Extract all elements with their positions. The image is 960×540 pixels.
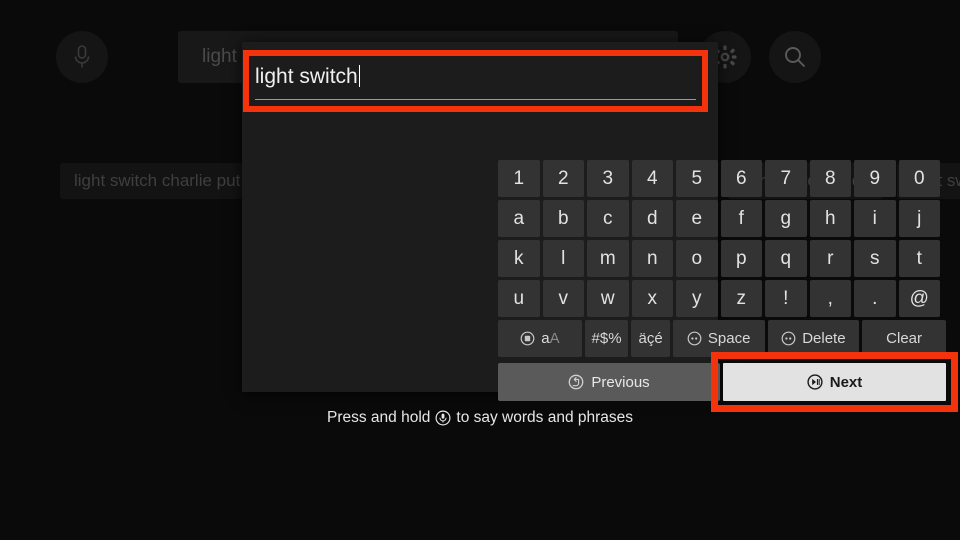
key-e[interactable]: e (676, 200, 718, 237)
key-l[interactable]: l (542, 240, 584, 277)
key-q[interactable]: q (765, 240, 807, 277)
key-symbols[interactable]: #$% (584, 320, 629, 357)
key-f[interactable]: f (720, 200, 762, 237)
remote-select-icon (520, 331, 535, 346)
key-i[interactable]: i (854, 200, 896, 237)
key-z[interactable]: z (720, 280, 762, 317)
key-exclamation[interactable]: ! (765, 280, 807, 317)
key-delete-label: Delete (802, 330, 846, 347)
key-x[interactable]: x (631, 280, 673, 317)
voice-hint-after: to say words and phrases (456, 409, 634, 426)
key-p[interactable]: p (720, 240, 762, 277)
next-button[interactable]: Next (723, 363, 946, 401)
text-cursor (358, 65, 360, 87)
voice-hint-text: Press and hold to say words and phrases (0, 409, 960, 427)
key-n[interactable]: n (631, 240, 673, 277)
key-space[interactable]: Space (672, 320, 765, 357)
key-k[interactable]: k (498, 240, 540, 277)
keyboard-function-row: aA #$% äçé Space Delete Clear (498, 320, 947, 357)
key-h[interactable]: h (809, 200, 851, 237)
next-button-label: Next (829, 373, 863, 391)
key-c[interactable]: c (587, 200, 629, 237)
key-u[interactable]: u (498, 280, 540, 317)
key-d[interactable]: d (631, 200, 673, 237)
key-delete[interactable]: Delete (767, 320, 860, 357)
key-at[interactable]: @ (898, 280, 940, 317)
key-a[interactable]: a (498, 200, 540, 237)
keyboard-keys-area: 1 2 3 4 5 6 7 8 9 0 a b c d e f g h i j … (498, 160, 958, 412)
keyboard-nav-row: Previous Next (498, 352, 958, 412)
shift-lowercase-label: a (541, 330, 550, 347)
remote-rewind-icon (781, 331, 796, 346)
key-o[interactable]: o (676, 240, 718, 277)
shift-uppercase-label: A (549, 330, 560, 347)
key-1[interactable]: 1 (498, 160, 540, 197)
key-6[interactable]: 6 (720, 160, 762, 197)
key-0[interactable]: 0 (898, 160, 940, 197)
background-search-text: light (202, 46, 237, 67)
key-b[interactable]: b (542, 200, 584, 237)
voice-hint-before: Press and hold (326, 409, 431, 426)
keyboard-row-letters-1: a b c d e f g h i j (498, 200, 946, 237)
key-r[interactable]: r (809, 240, 851, 277)
key-g[interactable]: g (765, 200, 807, 237)
microphone-circle-icon (435, 410, 451, 426)
search-text-field[interactable]: light switch (255, 62, 696, 100)
key-s[interactable]: s (854, 240, 896, 277)
remote-play-pause-icon (807, 374, 823, 390)
previous-button[interactable]: Previous (498, 363, 720, 401)
key-5[interactable]: 5 (676, 160, 718, 197)
suggestion-chip[interactable]: light switch charlie put (60, 163, 255, 199)
search-button[interactable] (769, 31, 821, 83)
key-j[interactable]: j (898, 200, 940, 237)
key-4[interactable]: 4 (631, 160, 673, 197)
key-v[interactable]: v (542, 280, 584, 317)
key-w[interactable]: w (587, 280, 629, 317)
previous-button-label: Previous (591, 373, 650, 391)
voice-search-button[interactable] (56, 31, 108, 83)
next-button-wrapper: Next (711, 352, 958, 412)
microphone-icon (71, 44, 93, 70)
key-7[interactable]: 7 (765, 160, 807, 197)
search-icon (782, 44, 808, 70)
key-t[interactable]: t (898, 240, 940, 277)
key-3[interactable]: 3 (587, 160, 629, 197)
key-shift-case[interactable]: aA (498, 320, 582, 357)
keyboard-row-letters-3: u v w x y z ! , . @ (498, 280, 946, 317)
key-space-label: Space (707, 330, 751, 347)
keyboard-row-numbers: 1 2 3 4 5 6 7 8 9 0 (498, 160, 946, 197)
keyboard-row-letters-2: k l m n o p q r s t (498, 240, 946, 277)
search-text-value: light switch (255, 62, 360, 92)
key-9[interactable]: 9 (854, 160, 896, 197)
key-8[interactable]: 8 (809, 160, 851, 197)
key-2[interactable]: 2 (542, 160, 584, 197)
key-comma[interactable]: , (809, 280, 851, 317)
remote-back-icon (568, 374, 584, 390)
search-text-content: light switch (255, 65, 358, 88)
key-clear[interactable]: Clear (862, 320, 947, 357)
key-y[interactable]: y (676, 280, 718, 317)
remote-rewind-icon (687, 331, 702, 346)
key-m[interactable]: m (587, 240, 629, 277)
input-underline (255, 99, 696, 100)
key-period[interactable]: . (854, 280, 896, 317)
key-accents[interactable]: äçé (631, 320, 670, 357)
